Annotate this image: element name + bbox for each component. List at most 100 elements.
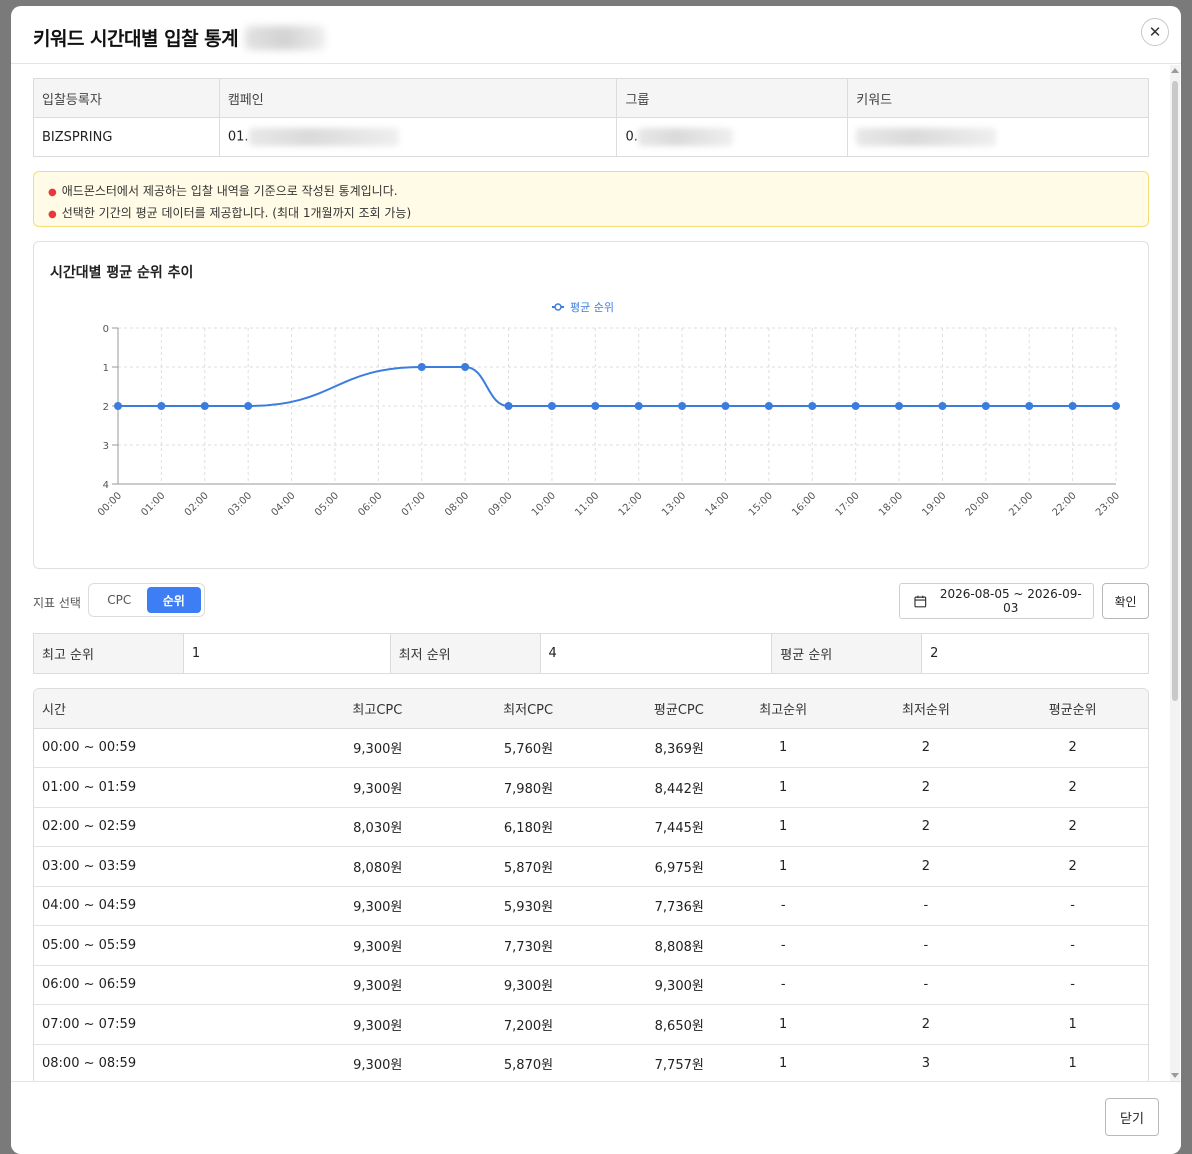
table-cell: 1: [711, 846, 855, 887]
scroll-up-arrow-icon[interactable]: [1171, 68, 1179, 73]
worst-rank-value: 4: [539, 633, 773, 674]
notice-line: ● 선택한 기간의 평균 데이터를 제공합니다. (최대 1개월까지 조회 가능): [48, 206, 412, 220]
x-tick-label: 11:00: [573, 490, 601, 518]
x-tick-label: 12:00: [617, 490, 645, 518]
table-cell: 8,442원: [561, 767, 712, 808]
y-tick-label: 1: [103, 363, 109, 374]
metric-select-label: 지표 선택: [33, 596, 81, 610]
scrollbar[interactable]: [1170, 65, 1180, 1081]
redacted-campaign: [248, 128, 399, 146]
table-cell: -: [854, 886, 998, 926]
data-point: [721, 402, 730, 410]
data-point: [417, 363, 426, 371]
data-point: [895, 402, 904, 410]
table-cell: -: [711, 886, 855, 926]
data-point: [591, 402, 600, 410]
table-cell: 2: [854, 728, 998, 768]
confirm-button[interactable]: 확인: [1102, 583, 1149, 619]
table-cell: 2: [854, 1004, 998, 1045]
info-header-bidder: 입찰등록자: [33, 78, 220, 118]
data-point: [634, 402, 643, 410]
data-point: [200, 402, 209, 410]
table-row: 06:00 ~ 06:59 9,300원 9,300원 9,300원 - - -: [34, 965, 1148, 1005]
table-cell: 7,445원: [561, 807, 712, 847]
table-cell: 7,736원: [561, 886, 712, 926]
table-cell: 9,300원: [561, 965, 712, 1005]
close-icon-button[interactable]: ✕: [1141, 18, 1169, 46]
best-rank-label: 최고 순위: [33, 633, 184, 674]
modal-header: 키워드 시간대별 입찰 통계 ✕: [11, 6, 1181, 64]
redacted-keyword: [245, 26, 325, 50]
controls-bar: 지표 선택 CPC 순위 2026-08-05 ~ 2026-09-03 확인: [33, 583, 1149, 621]
hourly-table: 시간 최고CPC 최저CPC 평균CPC 최고순위 최저순위 평균순위 00:0…: [34, 689, 1148, 1081]
stats-modal: 키워드 시간대별 입찰 통계 ✕ 입찰등록자 캠페인 그룹 키워드 BIZSPR…: [11, 6, 1181, 1154]
table-cell: 1: [711, 807, 855, 847]
table-cell: 8,030원: [259, 807, 411, 847]
table-cell: 2: [997, 728, 1148, 768]
hourly-table-wrap: 시간 최고CPC 최저CPC 평균CPC 최고순위 최저순위 평균순위 00:0…: [33, 688, 1149, 1081]
x-tick-label: 10:00: [530, 490, 558, 518]
y-tick-label: 2: [103, 402, 109, 413]
table-row: 03:00 ~ 03:59 8,080원 5,870원 6,975원 1 2 2: [34, 846, 1148, 887]
table-cell: 1: [711, 1004, 855, 1045]
y-tick-label: 4: [103, 480, 109, 491]
bullet-dot-icon: ●: [48, 187, 57, 198]
modal-footer: 닫기: [11, 1081, 1181, 1154]
table-cell: -: [997, 925, 1148, 966]
table-row: 05:00 ~ 05:59 9,300원 7,730원 8,808원 - - -: [34, 925, 1148, 966]
info-table: 입찰등록자 캠페인 그룹 키워드 BIZSPRING 01. 0.: [33, 78, 1149, 157]
table-row: 02:00 ~ 02:59 8,030원 6,180원 7,445원 1 2 2: [34, 807, 1148, 847]
info-header-campaign: 캠페인: [218, 78, 618, 118]
metric-rank-button[interactable]: 순위: [146, 587, 201, 613]
table-cell: 9,300원: [259, 728, 411, 768]
table-cell: 8,650원: [561, 1004, 712, 1045]
table-cell: -: [854, 925, 998, 966]
table-cell: 8,369원: [561, 728, 712, 768]
x-tick-label: 18:00: [877, 490, 905, 518]
x-tick-label: 21:00: [1007, 490, 1035, 518]
info-keyword-cell: [847, 117, 1149, 157]
table-cell: 8,808원: [561, 925, 712, 966]
close-button[interactable]: 닫기: [1105, 1098, 1159, 1136]
table-cell: 1: [997, 1004, 1148, 1045]
table-cell: 1: [997, 1044, 1148, 1081]
redacted-keyword-value: [856, 128, 997, 146]
table-cell: 6,975원: [561, 846, 712, 887]
info-group-value: 0.: [625, 129, 638, 145]
modal-body: 입찰등록자 캠페인 그룹 키워드 BIZSPRING 01. 0. ● 애드몬스터…: [11, 65, 1169, 1081]
data-point: [1025, 402, 1034, 410]
info-group-cell: 0.: [616, 117, 849, 157]
info-campaign-cell: 01.: [218, 117, 618, 157]
table-cell: 2: [854, 807, 998, 847]
col-header-time: 시간: [34, 689, 260, 729]
x-tick-label: 08:00: [443, 490, 471, 518]
table-cell: -: [711, 965, 855, 1005]
table-cell: 2: [997, 846, 1148, 887]
avg-rank-value: 2: [921, 633, 1149, 674]
table-cell: 04:00 ~ 04:59: [34, 886, 260, 926]
data-point: [244, 402, 253, 410]
rank-line-chart: 0 1 2 3 400:00 01:00 02:00 03:00 04:00 05:00 06:00…: [96, 301, 1122, 519]
data-point: [1068, 402, 1077, 410]
legend-label: 평균 순위: [570, 301, 614, 314]
legend-marker: [554, 303, 562, 311]
metric-cpc-button[interactable]: CPC: [92, 587, 147, 613]
table-cell: 9,300원: [259, 1044, 411, 1081]
scroll-down-arrow-icon[interactable]: [1171, 1073, 1179, 1078]
best-rank-value: 1: [182, 633, 391, 674]
x-tick-label: 00:00: [96, 490, 124, 518]
table-cell: 7,730원: [410, 925, 562, 966]
col-header-worst-rank: 최저순위: [854, 689, 998, 729]
date-range-text: 2026-08-05 ~ 2026-09-03: [939, 587, 1082, 615]
col-header-best-rank: 최고순위: [711, 689, 855, 729]
table-cell: 07:00 ~ 07:59: [34, 1004, 260, 1045]
avg-rank-label: 평균 순위: [771, 633, 923, 674]
date-range-picker[interactable]: 2026-08-05 ~ 2026-09-03: [899, 583, 1094, 619]
table-cell: 5,870원: [410, 1044, 562, 1081]
y-tick-label: 3: [103, 441, 109, 452]
data-point: [981, 402, 990, 410]
scrollbar-thumb[interactable]: [1172, 81, 1178, 701]
table-row: 04:00 ~ 04:59 9,300원 5,930원 7,736원 - - -: [34, 886, 1148, 926]
data-point: [547, 402, 556, 410]
summary-table: 최고 순위 1 최저 순위 4 평균 순위 2: [33, 633, 1149, 674]
